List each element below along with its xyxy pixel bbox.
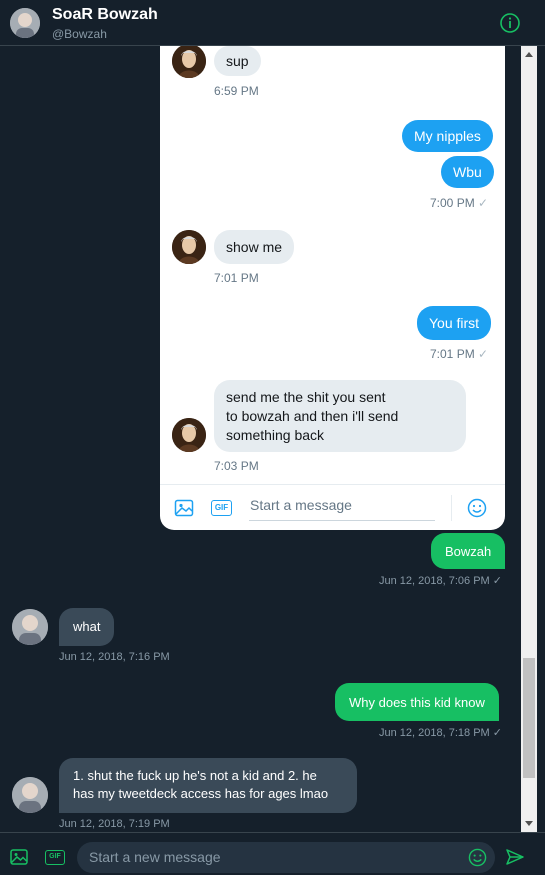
scrollbar-thumb[interactable] <box>523 658 535 778</box>
message-bubble: My nipples <box>402 120 493 152</box>
image-icon <box>174 498 194 523</box>
message-text-line: has my tweetdeck access has for ages lma… <box>73 786 329 801</box>
message-composer: GIF Start a new message <box>0 832 545 875</box>
info-icon[interactable] <box>499 12 521 34</box>
message-text: sup <box>226 53 249 69</box>
message-text: Why does this kid know <box>349 694 485 710</box>
message-timestamp: Jun 12, 2018, 7:19 PM <box>59 818 170 830</box>
avatar[interactable] <box>10 8 40 38</box>
message-bubble: show me <box>214 230 295 264</box>
message-bubble: what <box>59 608 115 646</box>
send-icon[interactable] <box>506 849 524 870</box>
embedded-composer: GIF Start a message <box>160 484 505 530</box>
input-placeholder: Start a message <box>250 497 352 513</box>
embedded-message-input: Start a message <box>249 493 435 521</box>
message-bubble: Why does this kid know <box>335 683 499 721</box>
time-label: 7:00 PM <box>430 196 475 210</box>
message-bubble: send me the shit you sent to bowzah and … <box>214 380 466 452</box>
message-bubble: sup <box>214 46 261 76</box>
message-text: My nipples <box>414 128 481 144</box>
emoji-icon[interactable] <box>468 848 487 872</box>
message-bubble: You first <box>417 306 492 340</box>
message-text: Wbu <box>453 164 482 180</box>
conversation-name[interactable]: SoaR Bowzah <box>52 6 158 24</box>
gif-icon: GIF <box>211 500 232 516</box>
avatar <box>172 418 206 452</box>
gif-button[interactable]: GIF <box>45 850 65 865</box>
message-time: 7:00 PM ✓ <box>430 196 488 210</box>
time-label: 7:03 PM <box>214 459 259 473</box>
message-text-line: something back <box>226 427 325 443</box>
emoji-icon <box>467 498 487 523</box>
message-time: 7:01 PM <box>214 271 259 285</box>
scrollbar[interactable] <box>521 46 537 832</box>
read-check-icon: ✓ <box>478 347 489 361</box>
input-placeholder: Start a new message <box>89 849 221 865</box>
message-input[interactable]: Start a new message <box>77 842 495 873</box>
message-text: what <box>73 619 101 634</box>
divider <box>451 495 452 521</box>
message-time: 7:01 PM ✓ <box>430 347 488 361</box>
message-text-line: to bowzah and then i'll send <box>226 408 399 424</box>
message-bubble: Bowzah <box>431 533 506 569</box>
message-text: You first <box>429 315 480 331</box>
avatar <box>172 46 206 78</box>
conversation-handle: @Bowzah <box>52 27 107 41</box>
avatar[interactable] <box>12 777 48 813</box>
conversation-header: SoaR Bowzah @Bowzah <box>0 0 545 46</box>
message-time: 7:03 PM <box>214 459 259 473</box>
avatar[interactable] <box>12 609 48 645</box>
time-label: 6:59 PM <box>214 84 259 98</box>
shared-screenshot-image[interactable]: sup 6:59 PM My nipples Wbu 7:00 PM ✓ sho… <box>160 46 505 530</box>
message-time: 6:59 PM <box>214 84 259 98</box>
message-bubble: Wbu <box>441 156 494 188</box>
time-label: 7:01 PM <box>430 347 475 361</box>
time-label: 7:01 PM <box>214 271 259 285</box>
message-timestamp: Jun 12, 2018, 7:16 PM <box>59 651 170 663</box>
message-timestamp: Jun 12, 2018, 7:18 PM ✓ <box>379 727 502 739</box>
message-bubble: 1. shut the fuck up he's not a kid and 2… <box>59 758 357 813</box>
message-text-line: 1. shut the fuck up he's not a kid and 2… <box>73 768 317 783</box>
scroll-up-arrow-icon[interactable] <box>521 46 537 62</box>
message-text-line: send me the shit you sent <box>226 389 386 405</box>
read-check-icon: ✓ <box>478 196 489 210</box>
message-timestamp: Jun 12, 2018, 7:06 PM ✓ <box>379 575 502 587</box>
image-icon[interactable] <box>10 848 28 871</box>
message-text: show me <box>226 239 283 255</box>
message-text: Bowzah <box>445 543 492 559</box>
scroll-down-arrow-icon[interactable] <box>521 816 537 832</box>
avatar <box>172 230 206 264</box>
